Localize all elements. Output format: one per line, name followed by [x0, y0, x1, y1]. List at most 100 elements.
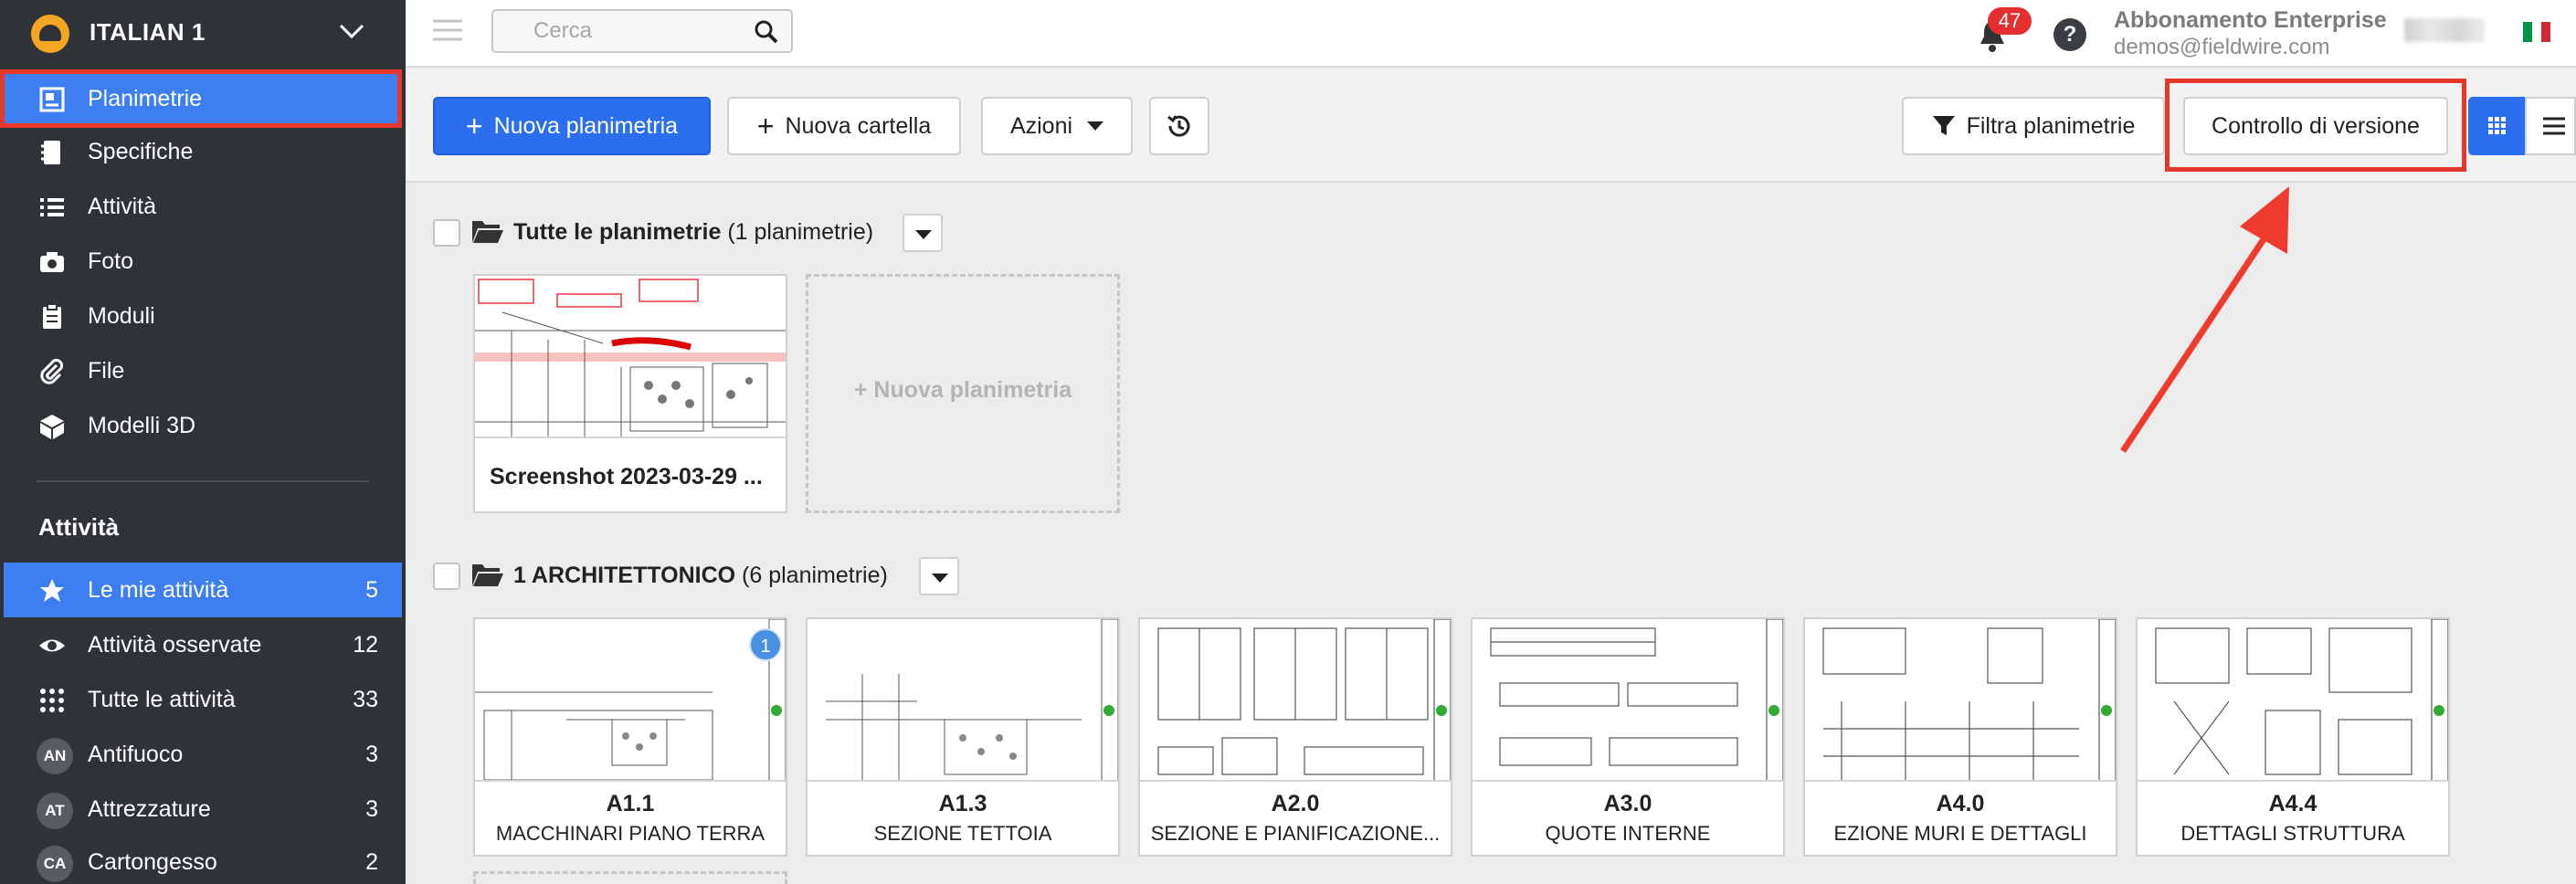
- sidebar-item-label: Attività osservate: [88, 631, 262, 658]
- paperclip-icon: [40, 358, 64, 384]
- plan-thumbnail: [475, 276, 786, 438]
- sidebar-item-label: Moduli: [88, 302, 155, 329]
- sidebar-item-label: File: [88, 357, 125, 384]
- avatar: CA: [37, 846, 73, 882]
- sidebar-item-count: 5: [365, 576, 378, 603]
- sidebar-divider: [37, 480, 369, 482]
- sidebar-item-count: 3: [365, 795, 378, 822]
- cube-icon: [40, 415, 64, 439]
- list-icon: [40, 198, 64, 216]
- version-count-badge: 1: [749, 628, 782, 661]
- search-box: [491, 9, 793, 53]
- plan-card[interactable]: A3.0 QUOTE INTERNE: [1471, 617, 1785, 857]
- star-icon: [40, 579, 64, 602]
- toolbar: + Nuova planimetria + Nuova cartella Azi…: [406, 69, 2576, 183]
- plan-card[interactable]: Screenshot 2023-03-29 ...: [473, 274, 787, 513]
- plan-card[interactable]: 1 A1.1 MACCHINARI PIANO TERRA: [473, 617, 787, 857]
- plan-thumbnail: [808, 619, 1118, 782]
- folder-title: 1 ARCHITETTONICO (6 planimetrie): [513, 563, 888, 589]
- sidebar-item-attivita-osservate[interactable]: Attività osservate 12: [4, 617, 402, 672]
- plan-card[interactable]: A1.3 SEZIONE TETTOIA: [806, 617, 1120, 857]
- list-view-icon: [2543, 117, 2565, 135]
- history-button[interactable]: [1149, 97, 1209, 155]
- sidebar-item-file[interactable]: File: [4, 343, 402, 398]
- sidebar-item-count: 3: [365, 741, 378, 767]
- new-plan-placeholder-card[interactable]: + Nuova planimetria: [806, 274, 1120, 513]
- list-view-toggle[interactable]: [2525, 97, 2576, 155]
- plan-card[interactable]: A4.0 EZIONE MURI E DETTAGLI: [1803, 617, 2117, 857]
- grid-view-icon: [2488, 117, 2506, 134]
- sidebar-item-label: Specifiche: [88, 138, 194, 164]
- filter-icon: [1932, 116, 1955, 135]
- sidebar-item-attrezzature[interactable]: AT Attrezzature 3: [4, 782, 402, 837]
- plan-thumbnail: [2138, 619, 2448, 782]
- chevron-down-icon[interactable]: [338, 22, 365, 40]
- folder-count: (6 planimetrie): [742, 563, 888, 588]
- sidebar-item-tutte-le-attivita[interactable]: Tutte le attività 33: [4, 672, 402, 727]
- sidebar-item-label: Attività: [88, 193, 157, 219]
- folder-header-all-plans: Tutte le planimetrie (1 planimetrie): [433, 214, 981, 252]
- sidebar-item-attivita[interactable]: Attività: [4, 179, 402, 234]
- annotation-arrow-icon: [2120, 186, 2289, 453]
- sidebar-item-moduli[interactable]: Moduli: [4, 289, 402, 343]
- sidebar-item-modelli-3d[interactable]: Modelli 3D: [4, 398, 402, 453]
- actions-dropdown[interactable]: Azioni: [981, 97, 1133, 155]
- sheet-code: A1.3: [938, 791, 987, 816]
- folder-dropdown-button[interactable]: [919, 557, 959, 595]
- sidebar: ITALIAN 1 Planimetrie Specifiche Attivit…: [0, 0, 406, 884]
- highlight-box-version-control: [2165, 79, 2466, 172]
- sidebar-item-count: 33: [353, 686, 378, 712]
- project-switcher[interactable]: ITALIAN 1: [0, 0, 406, 66]
- caret-down-icon: [1087, 121, 1104, 131]
- filter-plans-button[interactable]: Filtra planimetrie: [1902, 97, 2165, 155]
- folder-checkbox[interactable]: [433, 563, 460, 590]
- folder-count: (1 planimetrie): [727, 219, 874, 245]
- plan-card[interactable]: A2.0 SEZIONE E PIANIFICAZIONE...: [1138, 617, 1452, 857]
- new-plan-button[interactable]: + Nuova planimetria: [433, 97, 711, 155]
- sheet-code: A4.0: [1936, 791, 1985, 816]
- search-icon[interactable]: [755, 20, 778, 44]
- sheet-code: A2.0: [1271, 791, 1320, 816]
- sidebar-item-le-mie-attivita[interactable]: Le mie attività 5: [4, 563, 402, 617]
- sidebar-item-label: Attrezzature: [88, 795, 211, 822]
- italian-flag-icon[interactable]: [2523, 22, 2550, 42]
- plus-icon: +: [756, 110, 775, 142]
- plan-thumbnail: [1805, 619, 2116, 782]
- sidebar-item-specifiche[interactable]: Specifiche: [4, 124, 402, 179]
- eye-icon: [39, 639, 65, 652]
- sidebar-item-foto[interactable]: Foto: [4, 234, 402, 289]
- folder-dropdown-button[interactable]: [903, 214, 943, 252]
- sheet-description: SEZIONE TETTOIA: [873, 822, 1052, 845]
- sheet-code: A1.1: [606, 791, 655, 816]
- folder-open-icon: [472, 564, 503, 586]
- new-plan-placeholder-card-partial[interactable]: [473, 871, 787, 884]
- new-folder-button-label: Nuova cartella: [785, 112, 932, 139]
- new-plan-placeholder-label: + Nuova planimetria: [853, 377, 1072, 403]
- search-input[interactable]: [493, 11, 731, 51]
- blurred-user-name: [2404, 18, 2485, 42]
- subscription-plan: Abbonamento Enterprise: [2114, 7, 2387, 33]
- sidebar-item-label: Antifuoco: [88, 741, 184, 767]
- sidebar-item-cartongesso[interactable]: CA Cartongesso 2: [4, 835, 402, 884]
- notification-count-badge: 47: [1988, 7, 2032, 35]
- plan-card-title: Screenshot 2023-03-29 ...: [490, 464, 763, 489]
- clipboard-icon: [43, 303, 61, 329]
- sheet-description: SEZIONE E PIANIFICAZIONE...: [1150, 822, 1441, 845]
- sheet-description: QUOTE INTERNE: [1545, 822, 1711, 845]
- sheet-description: EZIONE MURI E DETTAGLI: [1833, 822, 2087, 845]
- hamburger-menu-icon[interactable]: [433, 18, 462, 42]
- sheet-description: DETTAGLI STRUTTURA: [2180, 822, 2405, 845]
- sidebar-item-count: 12: [353, 631, 378, 658]
- sidebar-item-label: Cartongesso: [88, 848, 217, 875]
- sidebar-item-label: Modelli 3D: [88, 412, 196, 438]
- grid-view-toggle[interactable]: [2468, 97, 2525, 155]
- sidebar-item-count: 2: [365, 848, 378, 875]
- new-plan-button-label: Nuova planimetria: [493, 112, 679, 139]
- sidebar-item-antifuoco[interactable]: AN Antifuoco 3: [4, 727, 402, 782]
- actions-dropdown-label: Azioni: [1009, 112, 1073, 139]
- plan-card[interactable]: A4.4 DETTAGLI STRUTTURA: [2136, 617, 2450, 857]
- folder-checkbox[interactable]: [433, 219, 460, 247]
- new-folder-button[interactable]: + Nuova cartella: [727, 97, 961, 155]
- help-icon[interactable]: ?: [2053, 18, 2086, 51]
- sheet-description: MACCHINARI PIANO TERRA: [495, 822, 765, 845]
